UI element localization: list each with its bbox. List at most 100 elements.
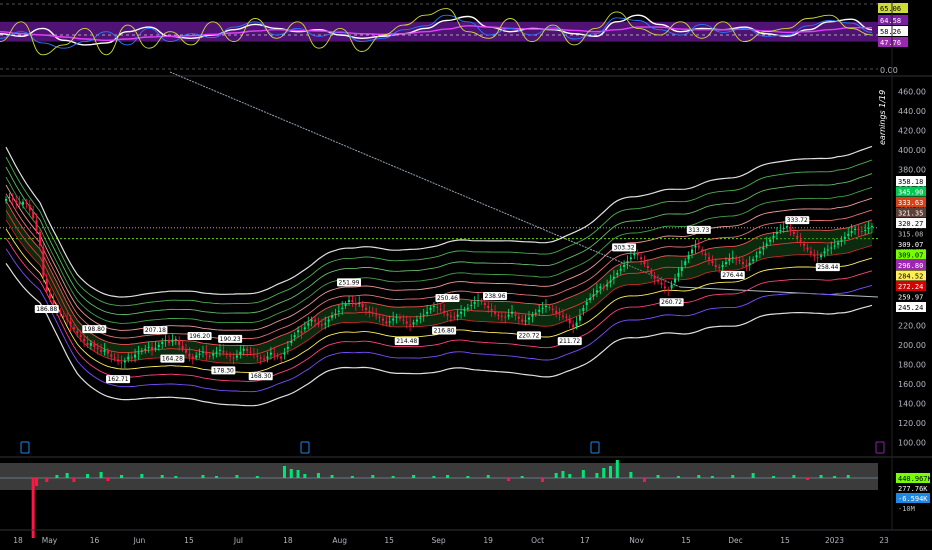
candle-body [606,284,609,287]
candle-body [820,255,823,258]
candle-body [38,231,41,246]
candle-body [140,350,143,352]
candle-body [572,324,575,328]
candle-body [575,322,578,327]
volume-bar [160,475,164,478]
candle-body [235,355,238,358]
time-tick: 17 [580,536,590,545]
time-tick: 16 [90,536,100,545]
candle-body [531,314,534,317]
volume-bar [486,475,490,478]
candle-body [538,309,541,312]
volume-bar [235,475,239,478]
price-tag-text: 178.30 [213,367,234,374]
time-tick: 15 [681,536,691,545]
candle-body [504,316,507,318]
price-tag: 276.44 [720,270,745,279]
price-tag: 313.73 [686,225,711,234]
price-tag: 207.18 [143,326,168,335]
volume-bar [554,473,558,478]
candle-body [269,352,272,355]
candle-body [697,245,700,248]
candle-body [456,314,459,317]
volume-bar [710,476,714,478]
candle-body [487,305,490,308]
level-tag-text: 284.52 [898,273,923,281]
candle-body [324,323,327,325]
candle-body [32,211,35,219]
candle-body [657,279,660,282]
volume-bar [215,476,219,478]
volume-bar [507,478,511,481]
candle-body [42,247,45,277]
candle-body [388,321,391,323]
candle [59,307,62,317]
volume-bar [595,473,599,478]
candle-body [123,360,126,363]
candle-body [534,312,537,314]
candle-body [89,342,92,346]
volume-bar [656,475,660,478]
candle-body [755,255,758,258]
candle-body [361,304,364,307]
level-tag-text: 309.07 [898,241,923,249]
candle-body [208,355,211,357]
candle [636,249,639,261]
candle-body [381,318,384,321]
level-labels: 358.18 345.90 333.63 321.35 320.27 315.08 309.… [896,176,926,312]
time-tick: 15 [184,536,194,545]
price-tick: 180.00 [898,360,926,369]
volume-bar [581,470,585,478]
candle-body [864,230,867,231]
candle-body [225,353,228,355]
candle-body [161,341,164,344]
volume-bar [99,472,103,478]
candle-body [711,261,714,264]
candle-body [273,353,276,355]
price-tag-text: 220.72 [518,332,539,339]
candle-body [477,300,480,302]
volume-bar [412,475,416,478]
candle-body [626,261,629,264]
candle-body [337,310,340,312]
volume-bar [642,478,646,482]
candle-body [130,356,133,359]
oscillator-level-tag: 58.26 [878,26,908,36]
price-tick: 440.00 [898,107,926,116]
candle-body [514,313,517,316]
candle-body [724,262,727,265]
candle-body [521,319,524,322]
price-tag: 260.72 [659,298,684,307]
oscillator-level-text: 47.76 [880,39,901,47]
candle-body [599,286,602,289]
candle-body [303,327,306,330]
candle-body [792,231,795,234]
trading-chart[interactable]: 65.0664.5858.2647.760.00 186.88198.80162… [0,0,932,550]
volume-bar [45,478,49,482]
candle-body [738,260,741,262]
candle-body [93,343,96,347]
candle-body [79,335,82,338]
volume-bar [561,471,565,478]
time-tick: Oct [531,536,544,545]
price-tag-text: 162.71 [108,376,129,383]
candles-layer [4,193,874,369]
candle-body [412,322,415,325]
candle-body [215,351,218,353]
price-tag: 303.32 [612,243,637,252]
level-tag: 272.24 [896,281,926,291]
candle-body [670,284,673,289]
candle-body [541,307,544,309]
price-tick: 220.00 [898,321,926,330]
time-tick: Jun [133,536,146,545]
price-tag: 238.96 [483,292,508,301]
price-tag: 214.48 [394,337,419,346]
candle-body [8,196,11,198]
candle-body [646,266,649,268]
candle-body [157,344,160,347]
candle-body [293,335,296,338]
candle-body [174,339,177,341]
price-tag: 168.30 [248,372,273,381]
candle-body [232,357,235,359]
candle-body [799,239,802,242]
